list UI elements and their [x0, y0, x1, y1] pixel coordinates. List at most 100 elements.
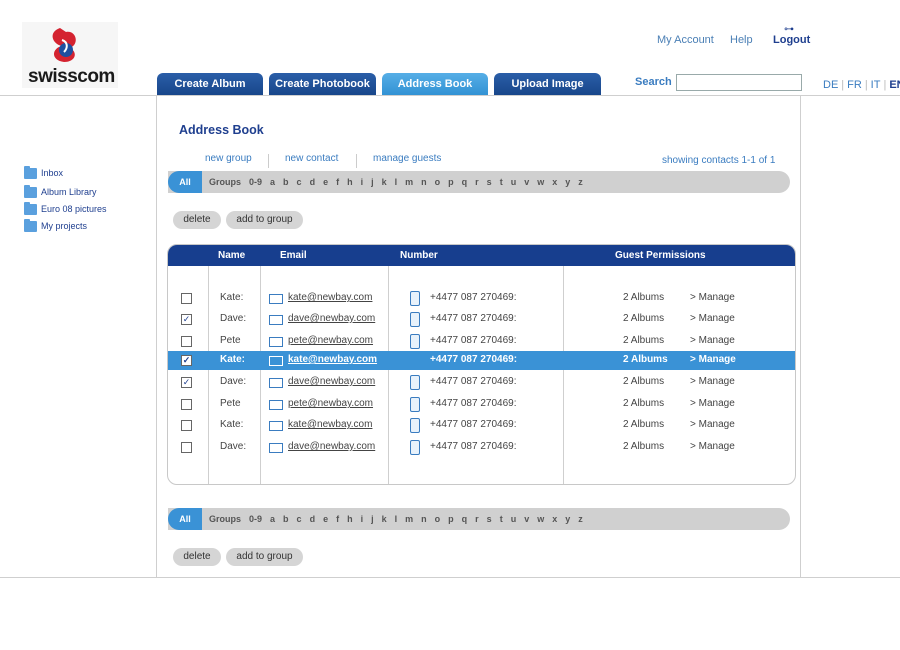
contact-email-link[interactable]: dave@newbay.com	[288, 313, 375, 324]
lang-en[interactable]: EN	[886, 79, 900, 91]
search-input[interactable]	[676, 74, 802, 91]
row-checkbox[interactable]: ✓	[181, 377, 192, 388]
filter-letter[interactable]: y	[565, 508, 570, 530]
filter-letter[interactable]: 0-9	[249, 171, 262, 193]
filter-letter[interactable]: t	[500, 508, 503, 530]
filter-letter[interactable]: v	[524, 508, 529, 530]
filter-letter[interactable]: p	[448, 508, 454, 530]
filter-letter[interactable]: j	[371, 171, 374, 193]
manage-link[interactable]: > Manage	[690, 398, 735, 409]
filter-letter[interactable]: j	[371, 508, 374, 530]
add-to-group-button[interactable]: add to group	[226, 211, 303, 229]
manage-link[interactable]: > Manage	[690, 335, 735, 346]
table-row[interactable]: Pete pete@newbay.com +4477 087 270469: 2 Al…	[168, 332, 795, 351]
filter-all-button[interactable]: All	[168, 508, 202, 530]
filter-letter[interactable]: h	[347, 508, 353, 530]
tab-upload-image[interactable]: Upload Image	[494, 73, 601, 95]
filter-letter[interactable]: c	[297, 171, 302, 193]
filter-letter[interactable]: b	[283, 171, 289, 193]
lang-it[interactable]: IT	[868, 79, 884, 91]
contact-email-link[interactable]: pete@newbay.com	[288, 335, 373, 346]
filter-letter[interactable]: o	[435, 171, 441, 193]
filter-letter[interactable]: s	[487, 508, 492, 530]
filter-letter[interactable]: f	[336, 508, 339, 530]
row-checkbox[interactable]	[181, 336, 192, 347]
lang-de[interactable]: DE	[820, 79, 841, 91]
filter-letter[interactable]: k	[382, 508, 387, 530]
filter-letter[interactable]: b	[283, 508, 289, 530]
filter-letter[interactable]: Groups	[209, 171, 241, 193]
sidebar-item-my-projects[interactable]: My projects	[24, 219, 87, 233]
filter-letter[interactable]: Groups	[209, 508, 241, 530]
filter-letter[interactable]: r	[475, 171, 479, 193]
filter-letter[interactable]: z	[578, 508, 583, 530]
filter-letter[interactable]: a	[270, 508, 275, 530]
filter-letter[interactable]: m	[405, 508, 413, 530]
manage-link[interactable]: > Manage	[690, 292, 735, 303]
filter-letter[interactable]: i	[361, 171, 364, 193]
contact-email-link[interactable]: dave@newbay.com	[288, 376, 375, 387]
filter-letter[interactable]: u	[511, 171, 517, 193]
manage-link[interactable]: > Manage	[690, 376, 735, 387]
contact-email-link[interactable]: kate@newbay.com	[288, 419, 372, 430]
new-contact-link[interactable]: new contact	[285, 153, 338, 164]
table-row[interactable]: ✓ Dave: dave@newbay.com +4477 087 270469: 2 …	[168, 310, 795, 329]
contact-email-link[interactable]: kate@newbay.com	[288, 354, 377, 365]
filter-letter[interactable]: l	[395, 171, 398, 193]
table-row[interactable]: Kate: kate@newbay.com +4477 087 270469: 2 A…	[168, 289, 795, 308]
filter-letter[interactable]: w	[537, 508, 544, 530]
filter-letter[interactable]: e	[323, 171, 328, 193]
delete-button[interactable]: delete	[173, 211, 221, 229]
manage-link[interactable]: > Manage	[690, 313, 735, 324]
filter-letter[interactable]: w	[537, 171, 544, 193]
filter-letter[interactable]: i	[361, 508, 364, 530]
filter-letter[interactable]: d	[310, 508, 316, 530]
filter-letter[interactable]: s	[487, 171, 492, 193]
filter-all-button[interactable]: All	[168, 171, 202, 193]
new-group-link[interactable]: new group	[205, 153, 252, 164]
filter-letter[interactable]: z	[578, 171, 583, 193]
filter-letter[interactable]: o	[435, 508, 441, 530]
filter-letter[interactable]: r	[475, 508, 479, 530]
sidebar-item-inbox[interactable]: Inbox	[24, 166, 63, 180]
row-checkbox[interactable]	[181, 420, 192, 431]
filter-letter[interactable]: t	[500, 171, 503, 193]
help-link[interactable]: Help	[730, 34, 753, 46]
table-row[interactable]: Dave: dave@newbay.com +4477 087 270469: 2 A…	[168, 438, 795, 457]
manage-link[interactable]: > Manage	[690, 419, 735, 430]
filter-letter[interactable]: c	[297, 508, 302, 530]
filter-letter[interactable]: x	[552, 508, 557, 530]
filter-letter[interactable]: u	[511, 508, 517, 530]
delete-button[interactable]: delete	[173, 548, 221, 566]
my-account-link[interactable]: My Account	[657, 34, 714, 46]
lang-fr[interactable]: FR	[844, 79, 865, 91]
add-to-group-button[interactable]: add to group	[226, 548, 303, 566]
filter-letter[interactable]: l	[395, 508, 398, 530]
filter-letter[interactable]: e	[323, 508, 328, 530]
filter-letter[interactable]: k	[382, 171, 387, 193]
filter-letter[interactable]: v	[524, 171, 529, 193]
tab-create-album[interactable]: Create Album	[157, 73, 263, 95]
table-row[interactable]: ✓ Kate: kate@newbay.com +4477 087 270469: 2 …	[168, 351, 795, 370]
filter-letter[interactable]: m	[405, 171, 413, 193]
sidebar-item-euro-08[interactable]: Euro 08 pictures	[24, 202, 107, 216]
tab-address-book[interactable]: Address Book	[382, 73, 488, 95]
logout-link[interactable]: Logout	[773, 34, 810, 46]
row-checkbox[interactable]: ✓	[181, 314, 192, 325]
tab-create-photobook[interactable]: Create Photobook	[269, 73, 376, 95]
row-checkbox[interactable]	[181, 442, 192, 453]
contact-email-link[interactable]: dave@newbay.com	[288, 441, 375, 452]
filter-letter[interactable]: q	[462, 171, 468, 193]
filter-letter[interactable]: f	[336, 171, 339, 193]
filter-letter[interactable]: a	[270, 171, 275, 193]
row-checkbox[interactable]: ✓	[181, 355, 192, 366]
filter-letter[interactable]: 0-9	[249, 508, 262, 530]
manage-link[interactable]: > Manage	[690, 354, 736, 365]
filter-letter[interactable]: n	[421, 508, 427, 530]
row-checkbox[interactable]	[181, 399, 192, 410]
manage-guests-link[interactable]: manage guests	[373, 153, 441, 164]
table-row[interactable]: Pete pete@newbay.com +4477 087 270469: 2 Al…	[168, 395, 795, 414]
filter-letter[interactable]: d	[310, 171, 316, 193]
manage-link[interactable]: > Manage	[690, 441, 735, 452]
filter-letter[interactable]: p	[448, 171, 454, 193]
